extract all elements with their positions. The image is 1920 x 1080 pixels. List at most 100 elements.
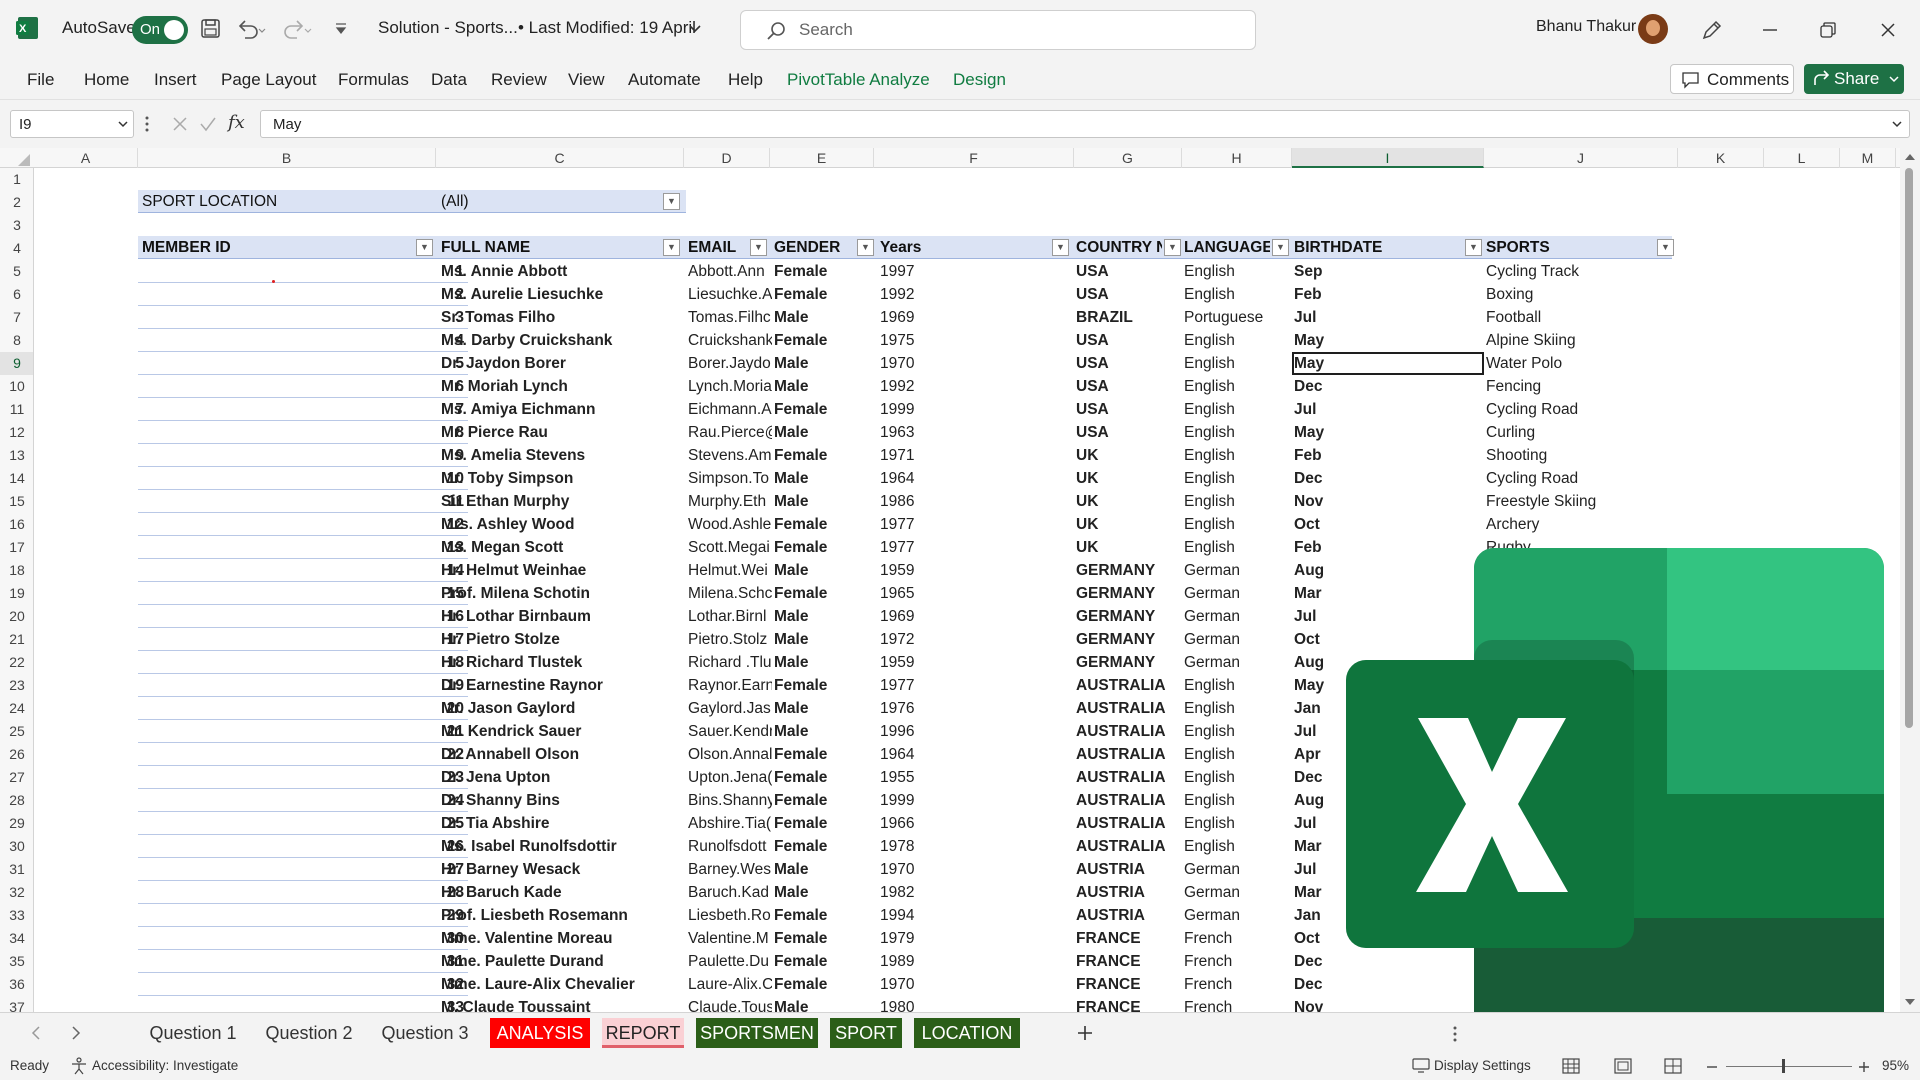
cell-email[interactable]: Murphy.Eth [688, 490, 772, 513]
chevron-down-icon[interactable] [688, 24, 702, 34]
cell-full-name[interactable]: Dr. Shanny Bins [441, 789, 685, 812]
cell-email[interactable]: Eichmann.A [688, 398, 772, 421]
cell-year[interactable]: 1986 [880, 490, 1060, 513]
cell-language[interactable]: English [1184, 835, 1290, 858]
cell-email[interactable]: Runolfsdott [688, 835, 772, 858]
cell-email[interactable]: Wood.Ashle [688, 513, 772, 536]
fx-icon[interactable]: fx [228, 112, 245, 133]
cell-member-id[interactable]: 8 [138, 421, 468, 444]
cell-language[interactable]: German [1184, 904, 1290, 927]
sheet-tab-location[interactable]: LOCATION [914, 1018, 1020, 1048]
cell-language[interactable]: French [1184, 973, 1290, 996]
redo-icon[interactable] [282, 18, 312, 40]
cell-year[interactable]: 1964 [880, 743, 1060, 766]
name-box[interactable]: I9 [10, 110, 134, 138]
row-header-37[interactable]: 37 [0, 996, 33, 1012]
cell-member-id[interactable]: 5 [138, 352, 468, 375]
row-header-29[interactable]: 29 [0, 812, 33, 835]
cell-member-id[interactable]: 1 [138, 260, 468, 283]
column-header-e[interactable]: E [770, 148, 874, 168]
chevron-down-icon[interactable] [117, 120, 129, 130]
cell-year[interactable]: 1977 [880, 674, 1060, 697]
last-modified[interactable]: • Last Modified: 19 April [518, 18, 696, 38]
cell-gender[interactable]: Male [774, 651, 874, 674]
cell-sports[interactable]: Boxing [1486, 283, 1666, 306]
restore-icon[interactable] [1818, 20, 1838, 40]
cell-year[interactable]: 1969 [880, 306, 1060, 329]
cell-language[interactable]: English [1184, 789, 1290, 812]
cell-country[interactable]: USA [1076, 260, 1182, 283]
cell-gender[interactable]: Female [774, 904, 874, 927]
share-button[interactable]: Share [1804, 64, 1904, 94]
close-icon[interactable] [1878, 20, 1898, 40]
cell-gender[interactable]: Female [774, 260, 874, 283]
cell-email[interactable]: Liesbeth.Ro [688, 904, 772, 927]
cell-gender[interactable]: Female [774, 398, 874, 421]
cell-year[interactable]: 1976 [880, 697, 1060, 720]
cell-country[interactable]: AUSTRALIA [1076, 697, 1182, 720]
cell-country[interactable]: USA [1076, 283, 1182, 306]
cell-year[interactable]: 1966 [880, 812, 1060, 835]
cell-language[interactable]: English [1184, 283, 1290, 306]
cell-year[interactable]: 1959 [880, 559, 1060, 582]
cell-birthdate[interactable]: Dec [1294, 375, 1474, 398]
row-header-32[interactable]: 32 [0, 881, 33, 904]
sheet-tab-question-3[interactable]: Question 3 [372, 1018, 478, 1048]
cell-country[interactable]: AUSTRALIA [1076, 674, 1182, 697]
cell-member-id[interactable]: 16 [138, 605, 468, 628]
cell-gender[interactable]: Female [774, 283, 874, 306]
filter-dropdown-icon[interactable]: ▼ [750, 239, 767, 256]
scroll-tabs-left-icon[interactable] [30, 1025, 42, 1041]
row-header-20[interactable]: 20 [0, 605, 33, 628]
cell-country[interactable]: GERMANY [1076, 559, 1182, 582]
column-header-g[interactable]: G [1074, 148, 1182, 168]
vertical-scrollbar[interactable] [1900, 148, 1920, 1012]
tab-formulas[interactable]: Formulas [338, 70, 409, 90]
formula-input[interactable]: May [260, 110, 1910, 138]
cell-email[interactable]: Claude.Tous [688, 996, 772, 1012]
cell-email[interactable]: Olson.Annal [688, 743, 772, 766]
cell-country[interactable]: AUSTRALIA [1076, 743, 1182, 766]
row-header-1[interactable]: 1 [0, 168, 33, 191]
row-header-15[interactable]: 15 [0, 490, 33, 513]
filter-dropdown-icon[interactable]: ▼ [1164, 239, 1181, 256]
zoom-out-icon[interactable] [1706, 1065, 1718, 1069]
cell-gender[interactable]: Female [774, 766, 874, 789]
status-accessibility[interactable]: Accessibility: Investigate [92, 1058, 238, 1073]
cell-country[interactable]: UK [1076, 536, 1182, 559]
cell-year[interactable]: 1975 [880, 329, 1060, 352]
filter-dropdown-icon[interactable]: ▼ [1657, 239, 1674, 256]
cell-country[interactable]: USA [1076, 352, 1182, 375]
cell-language[interactable]: English [1184, 513, 1290, 536]
cell-full-name[interactable]: Mrs. Ashley Wood [441, 513, 685, 536]
cell-language[interactable]: French [1184, 996, 1290, 1012]
cell-member-id[interactable]: 30 [138, 927, 468, 950]
row-header-35[interactable]: 35 [0, 950, 33, 973]
cell-email[interactable]: Scott.Megai [688, 536, 772, 559]
cell-email[interactable]: Lynch.Moria [688, 375, 772, 398]
cell-sports[interactable]: Water Polo [1486, 352, 1666, 375]
accessibility-icon[interactable] [70, 1057, 88, 1075]
chevron-down-icon[interactable] [1888, 75, 1900, 85]
cell-member-id[interactable]: 14 [138, 559, 468, 582]
cell-member-id[interactable]: 13 [138, 536, 468, 559]
cell-language[interactable]: English [1184, 490, 1290, 513]
zoom-slider-track[interactable] [1726, 1066, 1852, 1067]
tab-pivottable-analyze[interactable]: PivotTable Analyze [787, 70, 930, 90]
cell-year[interactable]: 1964 [880, 467, 1060, 490]
cell-sports[interactable]: Curling [1486, 421, 1666, 444]
row-header-3[interactable]: 3 [0, 214, 33, 237]
cell-gender[interactable]: Female [774, 536, 874, 559]
cell-gender[interactable]: Male [774, 605, 874, 628]
cell-gender[interactable]: Female [774, 674, 874, 697]
cell-full-name[interactable]: Hr. Lothar Birnbaum [441, 605, 685, 628]
cell-email[interactable]: Cruickshank [688, 329, 772, 352]
cell-language[interactable]: English [1184, 766, 1290, 789]
row-header-19[interactable]: 19 [0, 582, 33, 605]
cell-full-name[interactable]: Mme. Laure-Alix Chevalier [441, 973, 685, 996]
column-header-k[interactable]: K [1678, 148, 1764, 168]
row-header-9[interactable]: 9 [0, 352, 33, 375]
cell-gender[interactable]: Male [774, 697, 874, 720]
column-header-f[interactable]: F [874, 148, 1074, 168]
cell-year[interactable]: 1977 [880, 536, 1060, 559]
